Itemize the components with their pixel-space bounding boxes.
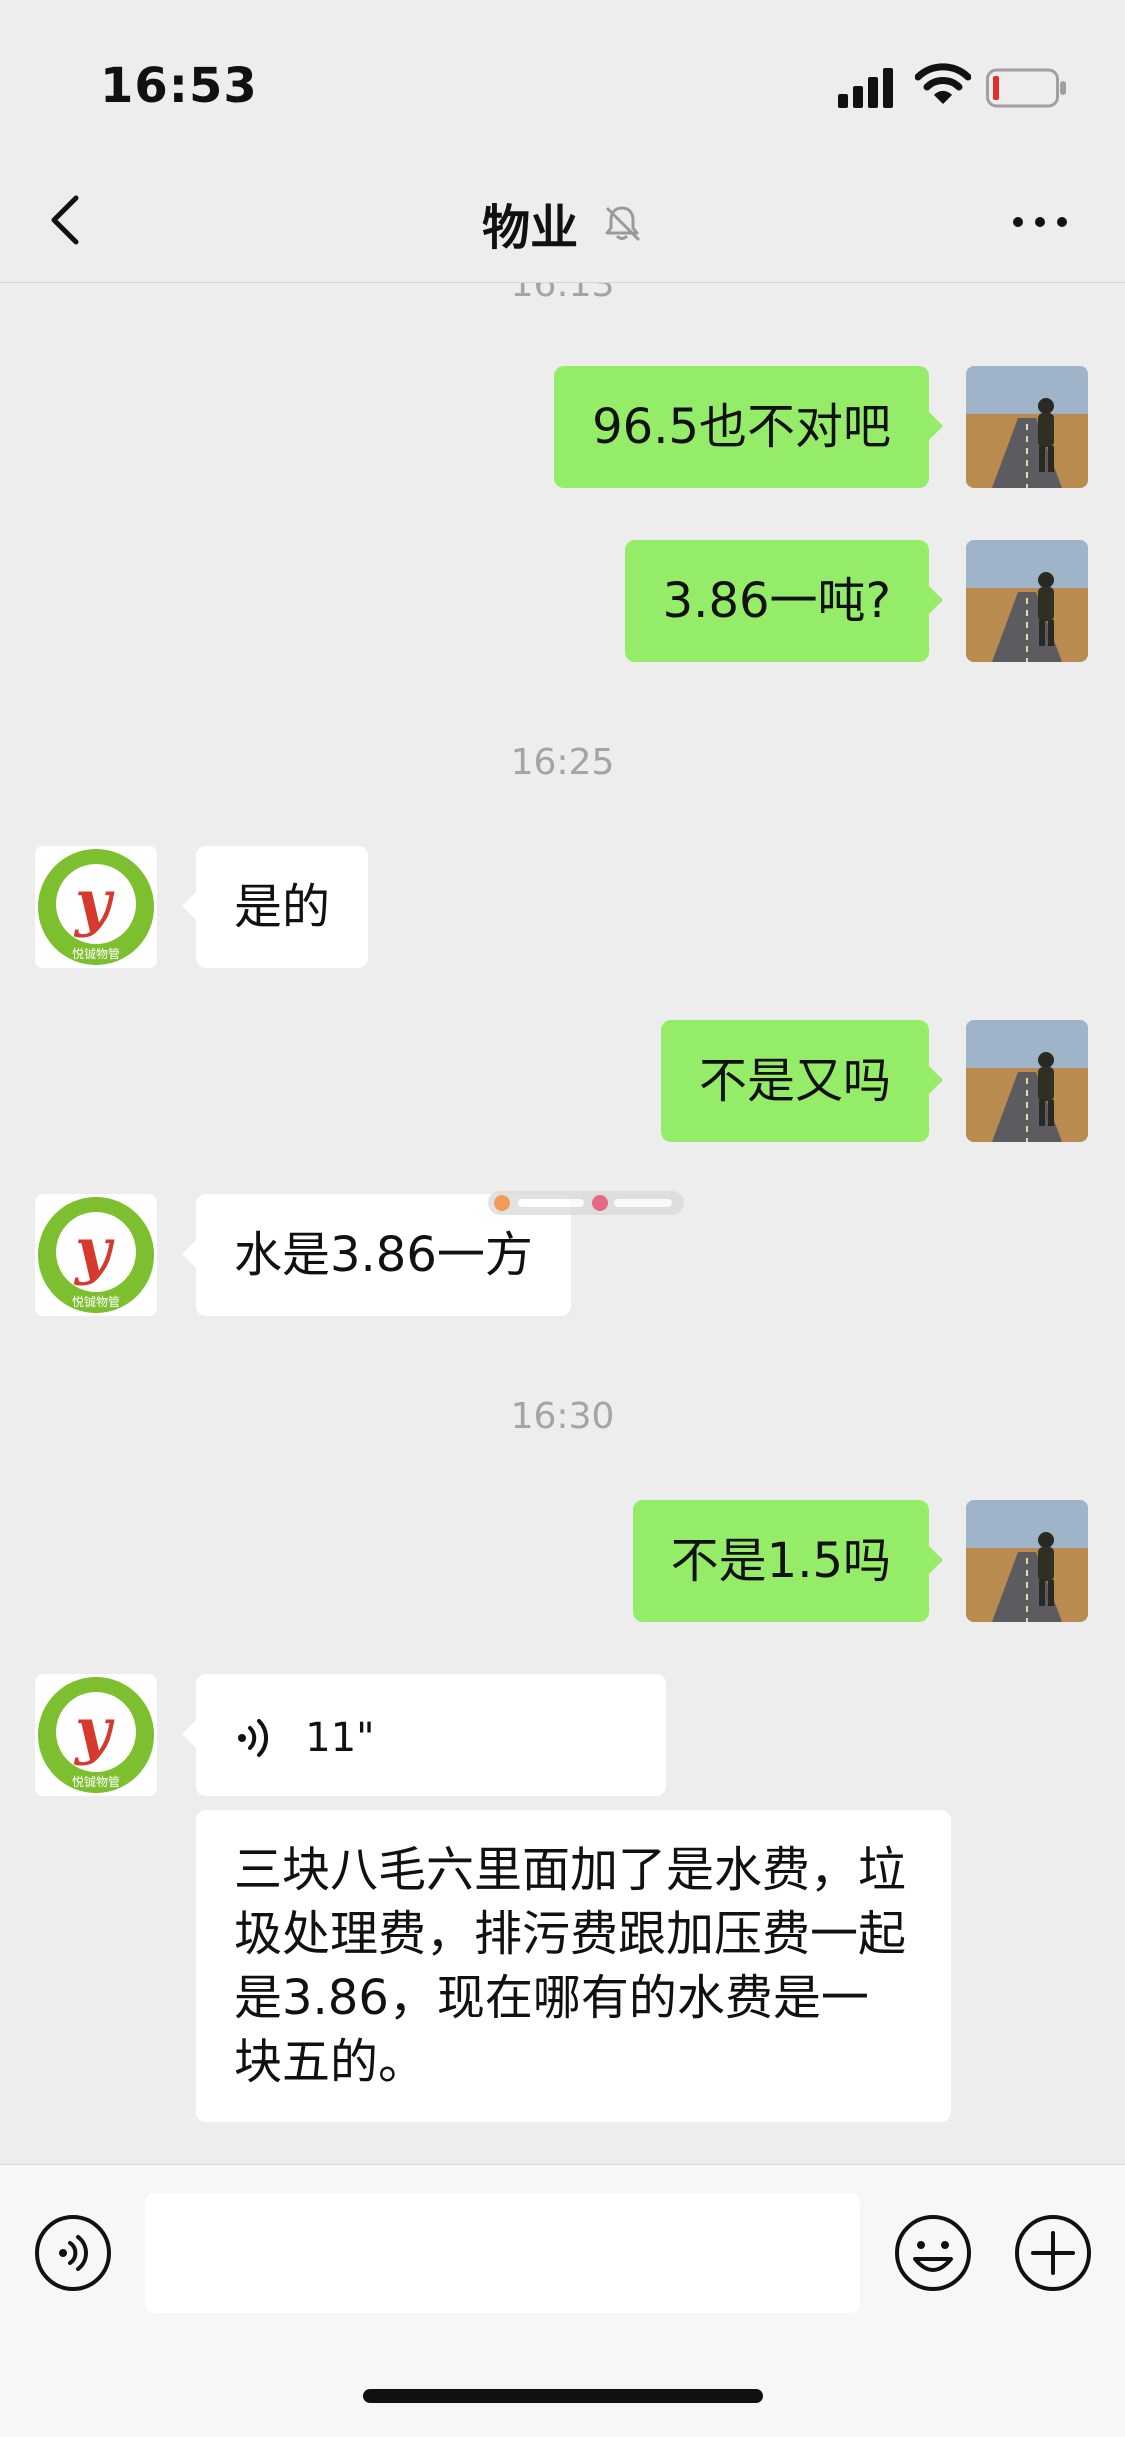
avatar-property[interactable]: y 悦铖物管 bbox=[35, 1674, 157, 1796]
road-photo-avatar bbox=[966, 1020, 1088, 1142]
input-bar bbox=[0, 2164, 1125, 2437]
home-indicator bbox=[363, 2389, 763, 2403]
logo-caption: 悦铖物管 bbox=[72, 1774, 120, 1789]
voice-input-icon[interactable] bbox=[33, 2213, 113, 2293]
nav-bar: 物业 bbox=[0, 160, 1125, 283]
chat-title-text: 物业 bbox=[482, 200, 579, 256]
avatar-self[interactable] bbox=[966, 540, 1088, 662]
logo-caption: 悦铖物管 bbox=[72, 1294, 120, 1309]
chat-area[interactable]: 16:13 96.5也不对吧 3.86一吨? 16:25 y 悦铖物管 是的 不… bbox=[0, 282, 1125, 2164]
message-outgoing[interactable]: 3.86一吨? bbox=[624, 540, 944, 662]
mute-icon bbox=[605, 206, 640, 242]
property-logo-avatar: y 悦铖物管 bbox=[35, 1194, 157, 1316]
timestamp: 16:30 bbox=[510, 1396, 615, 1437]
signal-icon bbox=[838, 68, 893, 108]
plus-icon[interactable] bbox=[1013, 2213, 1093, 2293]
road-photo-avatar bbox=[966, 366, 1088, 488]
road-photo-avatar bbox=[966, 1500, 1088, 1622]
message-input[interactable] bbox=[145, 2193, 860, 2313]
property-logo-avatar: y 悦铖物管 bbox=[35, 1674, 157, 1796]
watermark-graphic bbox=[488, 1191, 684, 1215]
chat-title: 物业 bbox=[0, 188, 1125, 258]
status-time: 16:53 bbox=[100, 58, 258, 114]
message-incoming-long[interactable]: 三块八毛六里面加了是水费，垃圾处理费，排污费跟加压费一起是3.86，现在哪有的水… bbox=[196, 1810, 951, 2122]
logo-letter: y bbox=[73, 866, 115, 939]
battery-icon bbox=[986, 68, 1066, 108]
avatar-self[interactable] bbox=[966, 1500, 1088, 1622]
message-outgoing[interactable]: 96.5也不对吧 bbox=[554, 366, 943, 488]
voice-duration: 11" bbox=[305, 1715, 375, 1761]
voice-message[interactable]: 11" bbox=[182, 1674, 666, 1796]
wifi-icon bbox=[915, 63, 971, 104]
timestamp: 16:25 bbox=[510, 742, 615, 783]
logo-letter: y bbox=[73, 1214, 115, 1287]
message-incoming[interactable]: 是的 bbox=[181, 846, 369, 968]
avatar-self[interactable] bbox=[966, 366, 1088, 488]
more-icon[interactable] bbox=[1010, 212, 1070, 232]
message-outgoing[interactable]: 不是又吗 bbox=[660, 1020, 944, 1142]
avatar-property[interactable]: y 悦铖物管 bbox=[35, 846, 157, 968]
emoji-icon[interactable] bbox=[893, 2213, 973, 2293]
message-outgoing[interactable]: 不是1.5吗 bbox=[632, 1500, 944, 1622]
status-bar: 16:53 bbox=[0, 0, 1125, 160]
property-logo-avatar: y 悦铖物管 bbox=[35, 846, 157, 968]
logo-caption: 悦铖物管 bbox=[72, 946, 120, 961]
avatar-property[interactable]: y 悦铖物管 bbox=[35, 1194, 157, 1316]
logo-letter: y bbox=[73, 1694, 115, 1767]
avatar-self[interactable] bbox=[966, 1020, 1088, 1142]
timestamp: 16:13 bbox=[510, 282, 615, 305]
road-photo-avatar bbox=[966, 540, 1088, 662]
voice-icon bbox=[238, 1719, 269, 1757]
